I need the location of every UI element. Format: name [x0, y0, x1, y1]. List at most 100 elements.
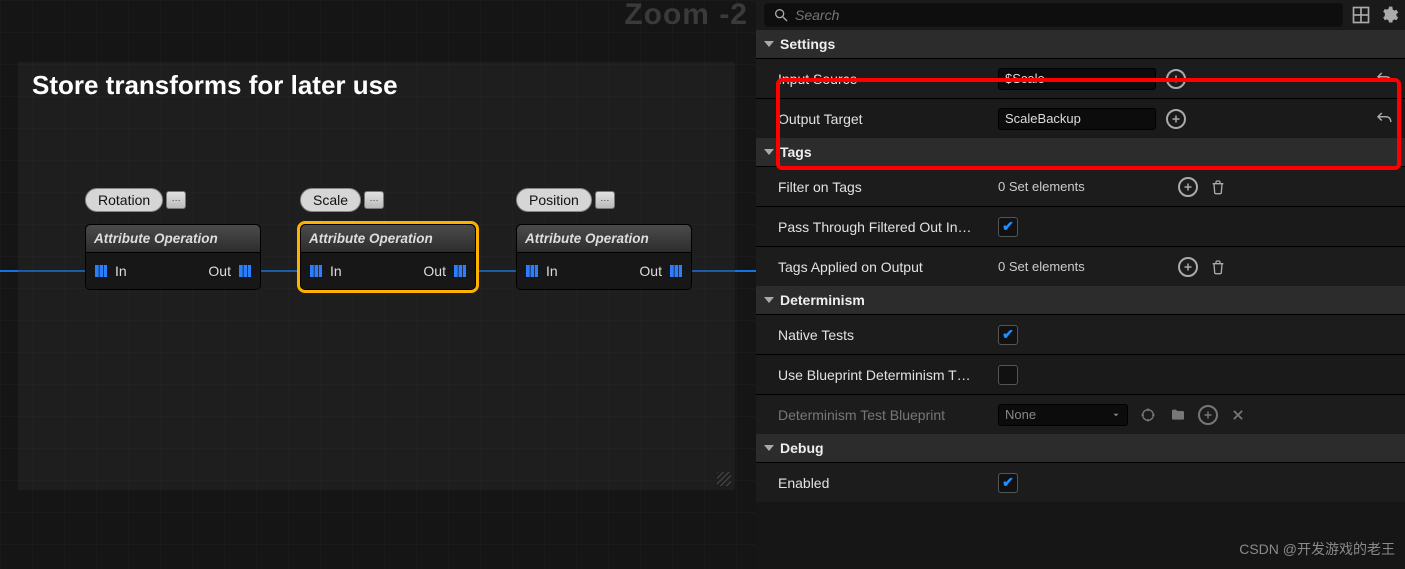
- row-tags-applied: Tags Applied on Output 0 Set elements: [756, 246, 1405, 286]
- trash-icon[interactable]: [1208, 257, 1228, 277]
- add-button[interactable]: [1178, 177, 1198, 197]
- row-filter-tags: Filter on Tags 0 Set elements: [756, 166, 1405, 206]
- expand-icon: [764, 41, 774, 47]
- section-title: Settings: [780, 36, 835, 52]
- output-target-field[interactable]: [998, 108, 1156, 130]
- pin-in[interactable]: In: [307, 262, 342, 280]
- section-title: Determinism: [780, 292, 865, 308]
- pin-label: In: [546, 263, 558, 279]
- grid-view-icon[interactable]: [1351, 5, 1371, 25]
- value: 0 Set elements: [998, 259, 1168, 274]
- tag-label: Scale: [300, 188, 361, 212]
- section-settings-header[interactable]: Settings: [756, 30, 1405, 58]
- gear-icon[interactable]: [1379, 5, 1399, 25]
- pin-label: Out: [423, 263, 446, 279]
- tag-edit-icon[interactable]: ⋯: [166, 191, 186, 209]
- tag-edit-icon[interactable]: ⋯: [595, 191, 615, 209]
- node-rotation[interactable]: Rotation ⋯ Attribute Operation In Out: [85, 224, 261, 290]
- label: Output Target: [778, 111, 998, 127]
- section-title: Tags: [780, 144, 812, 160]
- clear-icon[interactable]: [1228, 405, 1248, 425]
- combo-value: None: [1005, 407, 1036, 422]
- row-use-bp-det: Use Blueprint Determinism T…: [756, 354, 1405, 394]
- section-tags-header[interactable]: Tags: [756, 138, 1405, 166]
- section-title: Debug: [780, 440, 824, 456]
- locate-icon[interactable]: [1138, 405, 1158, 425]
- pin-data-icon: [451, 262, 469, 280]
- pin-data-icon: [236, 262, 254, 280]
- row-debug-enabled: Enabled: [756, 462, 1405, 502]
- pin-out[interactable]: Out: [208, 262, 254, 280]
- row-native-tests: Native Tests: [756, 314, 1405, 354]
- pin-in[interactable]: In: [523, 262, 558, 280]
- add-button[interactable]: [1198, 405, 1218, 425]
- node-tag: Position ⋯: [516, 188, 615, 212]
- pin-data-icon: [667, 262, 685, 280]
- label: Pass Through Filtered Out In…: [778, 219, 998, 235]
- row-passthrough: Pass Through Filtered Out In…: [756, 206, 1405, 246]
- label: Enabled: [778, 475, 998, 491]
- label: Use Blueprint Determinism T…: [778, 367, 998, 383]
- add-button[interactable]: [1166, 69, 1186, 89]
- node-tag: Rotation ⋯: [85, 188, 186, 212]
- reset-icon[interactable]: [1375, 110, 1393, 128]
- pin-data-icon: [92, 262, 110, 280]
- checkbox[interactable]: [998, 217, 1018, 237]
- expand-icon: [764, 297, 774, 303]
- label: Determinism Test Blueprint: [778, 407, 998, 423]
- node-position[interactable]: Position ⋯ Attribute Operation In Out: [516, 224, 692, 290]
- watermark: CSDN @开发游戏的老王: [1239, 539, 1395, 559]
- section-debug-header[interactable]: Debug: [756, 434, 1405, 462]
- checkbox[interactable]: [998, 365, 1018, 385]
- details-panel: Settings Input Source Output Target Tags: [756, 0, 1405, 569]
- browse-icon[interactable]: [1168, 405, 1188, 425]
- resize-handle-icon[interactable]: [717, 472, 731, 486]
- pin-data-icon: [307, 262, 325, 280]
- row-output-target: Output Target: [756, 98, 1405, 138]
- trash-icon[interactable]: [1208, 177, 1228, 197]
- row-det-bp: Determinism Test Blueprint None: [756, 394, 1405, 434]
- pin-label: In: [330, 263, 342, 279]
- label: Filter on Tags: [778, 179, 998, 195]
- node-tag: Scale ⋯: [300, 188, 384, 212]
- pin-label: Out: [208, 263, 231, 279]
- blueprint-combo[interactable]: None: [998, 404, 1128, 426]
- search-input[interactable]: [795, 7, 1334, 23]
- reset-icon[interactable]: [1375, 70, 1393, 88]
- label: Input Source: [778, 71, 998, 87]
- value: 0 Set elements: [998, 179, 1168, 194]
- node-body[interactable]: Attribute Operation In Out: [300, 224, 476, 290]
- checkbox[interactable]: [998, 325, 1018, 345]
- row-input-source: Input Source: [756, 58, 1405, 98]
- node-title: Attribute Operation: [517, 225, 691, 253]
- add-button[interactable]: [1178, 257, 1198, 277]
- graph-panel[interactable]: Zoom -2 Store transforms for later use R…: [0, 0, 756, 569]
- node-body[interactable]: Attribute Operation In Out: [516, 224, 692, 290]
- label: Native Tests: [778, 327, 998, 343]
- node-scale[interactable]: Scale ⋯ Attribute Operation In Out: [300, 224, 476, 290]
- chevron-down-icon: [1111, 410, 1121, 420]
- pin-data-icon: [523, 262, 541, 280]
- tag-label: Position: [516, 188, 592, 212]
- add-button[interactable]: [1166, 109, 1186, 129]
- expand-icon: [764, 149, 774, 155]
- node-title: Attribute Operation: [301, 225, 475, 253]
- pin-label: Out: [639, 263, 662, 279]
- input-source-field[interactable]: [998, 68, 1156, 90]
- label: Tags Applied on Output: [778, 259, 998, 275]
- node-title: Attribute Operation: [86, 225, 260, 253]
- section-determinism-header[interactable]: Determinism: [756, 286, 1405, 314]
- tag-label: Rotation: [85, 188, 163, 212]
- tag-edit-icon[interactable]: ⋯: [364, 191, 384, 209]
- node-body[interactable]: Attribute Operation In Out: [85, 224, 261, 290]
- pin-label: In: [115, 263, 127, 279]
- pin-out[interactable]: Out: [423, 262, 469, 280]
- pin-out[interactable]: Out: [639, 262, 685, 280]
- checkbox[interactable]: [998, 473, 1018, 493]
- zoom-level: Zoom -2: [624, 0, 748, 32]
- expand-icon: [764, 445, 774, 451]
- search-input-wrap[interactable]: [764, 3, 1343, 27]
- search-icon: [773, 7, 789, 23]
- comment-title: Store transforms for later use: [18, 62, 735, 119]
- pin-in[interactable]: In: [92, 262, 127, 280]
